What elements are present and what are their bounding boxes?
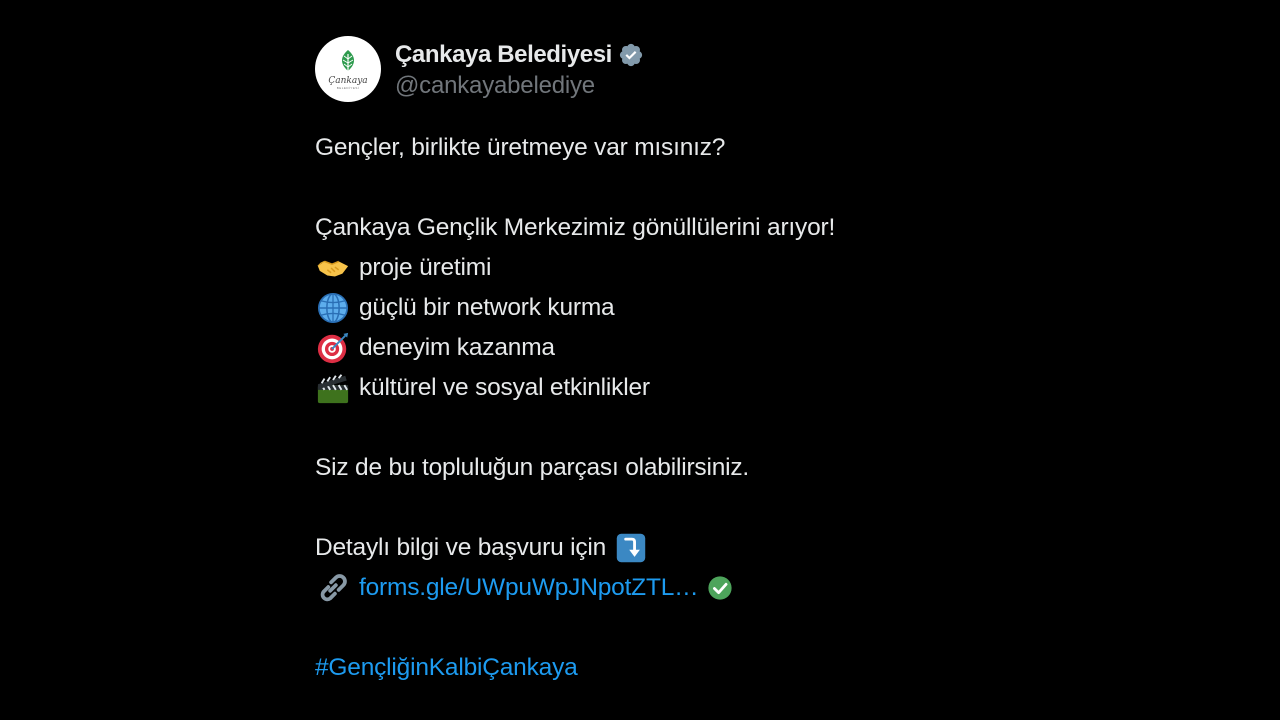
tweet-line-announcement: Çankaya Gençlik Merkezimiz gönüllülerini… — [315, 214, 836, 241]
hashtag-link[interactable]: #GençliğinKalbiÇankaya — [315, 648, 578, 688]
tweet-line-info: Detaylı bilgi ve başvuru için — [315, 528, 1035, 568]
tweet-line-link: forms.gle/UWpuWpJNpotZTL… — [315, 568, 1035, 608]
verified-badge-icon[interactable] — [618, 42, 644, 68]
author-name[interactable]: Çankaya Belediyesi — [395, 41, 612, 69]
clapperboard-icon — [315, 370, 351, 406]
avatar-logo-subtext: BELEDİYESİ — [336, 85, 360, 90]
globe-icon — [315, 290, 351, 326]
hashtag-line: #GençliğinKalbiÇankaya — [315, 648, 1035, 688]
list-item-text: proje üretimi — [359, 254, 492, 281]
arrow-down-icon — [614, 531, 648, 565]
handshake-icon — [315, 250, 351, 286]
list-item: deneyim kazanma — [315, 328, 1035, 368]
tweet-header: Çankaya BELEDİYESİ Çankaya Belediyesi @c… — [315, 34, 1035, 104]
author-handle[interactable]: @cankayabelediye — [395, 72, 644, 100]
user-info: Çankaya Belediyesi @cankayabelediye — [395, 38, 644, 100]
tweet: Çankaya BELEDİYESİ Çankaya Belediyesi @c… — [315, 34, 1035, 688]
avatar-logo-text: Çankaya — [328, 75, 368, 86]
tweet-body: Gençler, birlikte üretmeye var mısınız? … — [315, 128, 1035, 688]
list-item: kültürel ve sosyal etkinlikler — [315, 368, 1035, 408]
link-icon — [315, 570, 351, 606]
check-icon — [706, 574, 734, 602]
target-icon — [315, 330, 351, 366]
list-item: proje üretimi — [315, 248, 1035, 288]
list-item-text: güçlü bir network kurma — [359, 294, 615, 321]
list-item-text: kültürel ve sosyal etkinlikler — [359, 374, 650, 401]
name-row: Çankaya Belediyesi — [395, 38, 644, 72]
form-link[interactable]: forms.gle/UWpuWpJNpotZTL… — [359, 568, 699, 608]
leaf-logo-icon — [341, 49, 355, 74]
list-item-text: deneyim kazanma — [359, 334, 555, 361]
tweet-line-intro: Gençler, birlikte üretmeye var mısınız? — [315, 134, 726, 161]
avatar[interactable]: Çankaya BELEDİYESİ — [315, 36, 381, 102]
list-item: güçlü bir network kurma — [315, 288, 1035, 328]
info-text: Detaylı bilgi ve başvuru için — [315, 534, 607, 561]
tweet-line-community: Siz de bu topluluğun parçası olabilirsin… — [315, 454, 750, 481]
